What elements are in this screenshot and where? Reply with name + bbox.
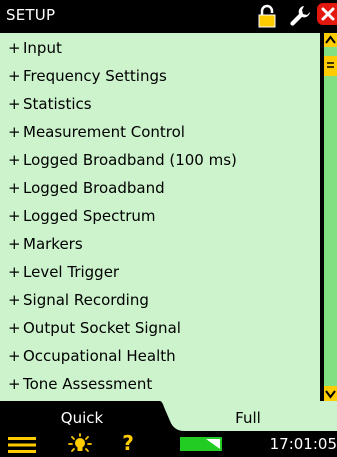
setup-screen: SETUP + Input + Frequency Settings + Statis…	[0, 0, 337, 457]
bulb-icon[interactable]	[67, 433, 93, 455]
menu-item-markers[interactable]: + Markers	[8, 230, 83, 258]
expand-icon: +	[8, 95, 21, 113]
expand-icon: +	[8, 151, 21, 169]
page-title: SETUP	[6, 6, 56, 24]
expand-icon: +	[8, 179, 21, 197]
menu-item-signal-recording[interactable]: + Signal Recording	[8, 286, 149, 314]
expand-icon: +	[8, 207, 21, 225]
help-icon[interactable]: ?	[120, 432, 136, 454]
menu-item-label: Logged Broadband (100 ms)	[23, 151, 237, 169]
scroll-down-icon[interactable]	[324, 386, 337, 401]
menu-item-label: Measurement Control	[23, 123, 185, 141]
menu-item-logged-broadband-100ms[interactable]: + Logged Broadband (100 ms)	[8, 146, 237, 174]
menu-item-output-socket-signal[interactable]: + Output Socket Signal	[8, 314, 181, 342]
expand-icon: +	[8, 319, 21, 337]
wrench-icon[interactable]	[288, 4, 314, 28]
expand-icon: +	[8, 123, 21, 141]
menu-item-label: Level Trigger	[23, 263, 120, 281]
battery-icon	[180, 437, 222, 451]
expand-icon: +	[8, 67, 21, 85]
lock-icon[interactable]	[256, 4, 278, 28]
menu-item-label: Output Socket Signal	[23, 319, 181, 337]
scroll-thumb[interactable]	[324, 56, 337, 76]
menu-item-input[interactable]: + Input	[8, 34, 62, 62]
expand-icon: +	[8, 347, 21, 365]
expand-icon: +	[8, 39, 21, 57]
menu-item-label: Statistics	[23, 95, 92, 113]
menu-item-label: Input	[23, 39, 62, 57]
scroll-up-icon[interactable]	[324, 33, 337, 47]
tab-full[interactable]: Full	[208, 409, 288, 427]
menu-item-level-trigger[interactable]: + Level Trigger	[8, 258, 119, 286]
header-bar: SETUP	[0, 0, 337, 30]
menu-item-label: Tone Assessment	[23, 375, 153, 393]
close-icon[interactable]	[317, 3, 337, 25]
menu-item-label: Frequency Settings	[23, 67, 167, 85]
clock-time: 17:01:05	[269, 435, 337, 453]
expand-icon: +	[8, 375, 21, 393]
menu-icon[interactable]	[8, 436, 36, 454]
menu-item-label: Occupational Health	[23, 347, 176, 365]
menu-item-occupational-health[interactable]: + Occupational Health	[8, 342, 176, 370]
menu-item-measurement-control[interactable]: + Measurement Control	[8, 118, 185, 146]
menu-item-label: Signal Recording	[23, 291, 149, 309]
menu-item-logged-spectrum[interactable]: + Logged Spectrum	[8, 202, 156, 230]
menu-item-frequency-settings[interactable]: + Frequency Settings	[8, 62, 167, 90]
expand-icon: +	[8, 235, 21, 253]
menu-item-label: Logged Spectrum	[23, 207, 156, 225]
scrollbar-track[interactable]	[324, 33, 337, 401]
menu-item-label: Logged Broadband	[23, 179, 165, 197]
menu-item-logged-broadband[interactable]: + Logged Broadband	[8, 174, 165, 202]
tab-quick[interactable]: Quick	[44, 409, 120, 427]
setup-menu-list: + Input + Frequency Settings + Statistics +…	[0, 33, 320, 401]
menu-item-tone-assessment[interactable]: + Tone Assessment	[8, 370, 152, 398]
expand-icon: +	[8, 263, 21, 281]
menu-item-statistics[interactable]: + Statistics	[8, 90, 92, 118]
menu-item-label: Markers	[23, 235, 83, 253]
expand-icon: +	[8, 291, 21, 309]
